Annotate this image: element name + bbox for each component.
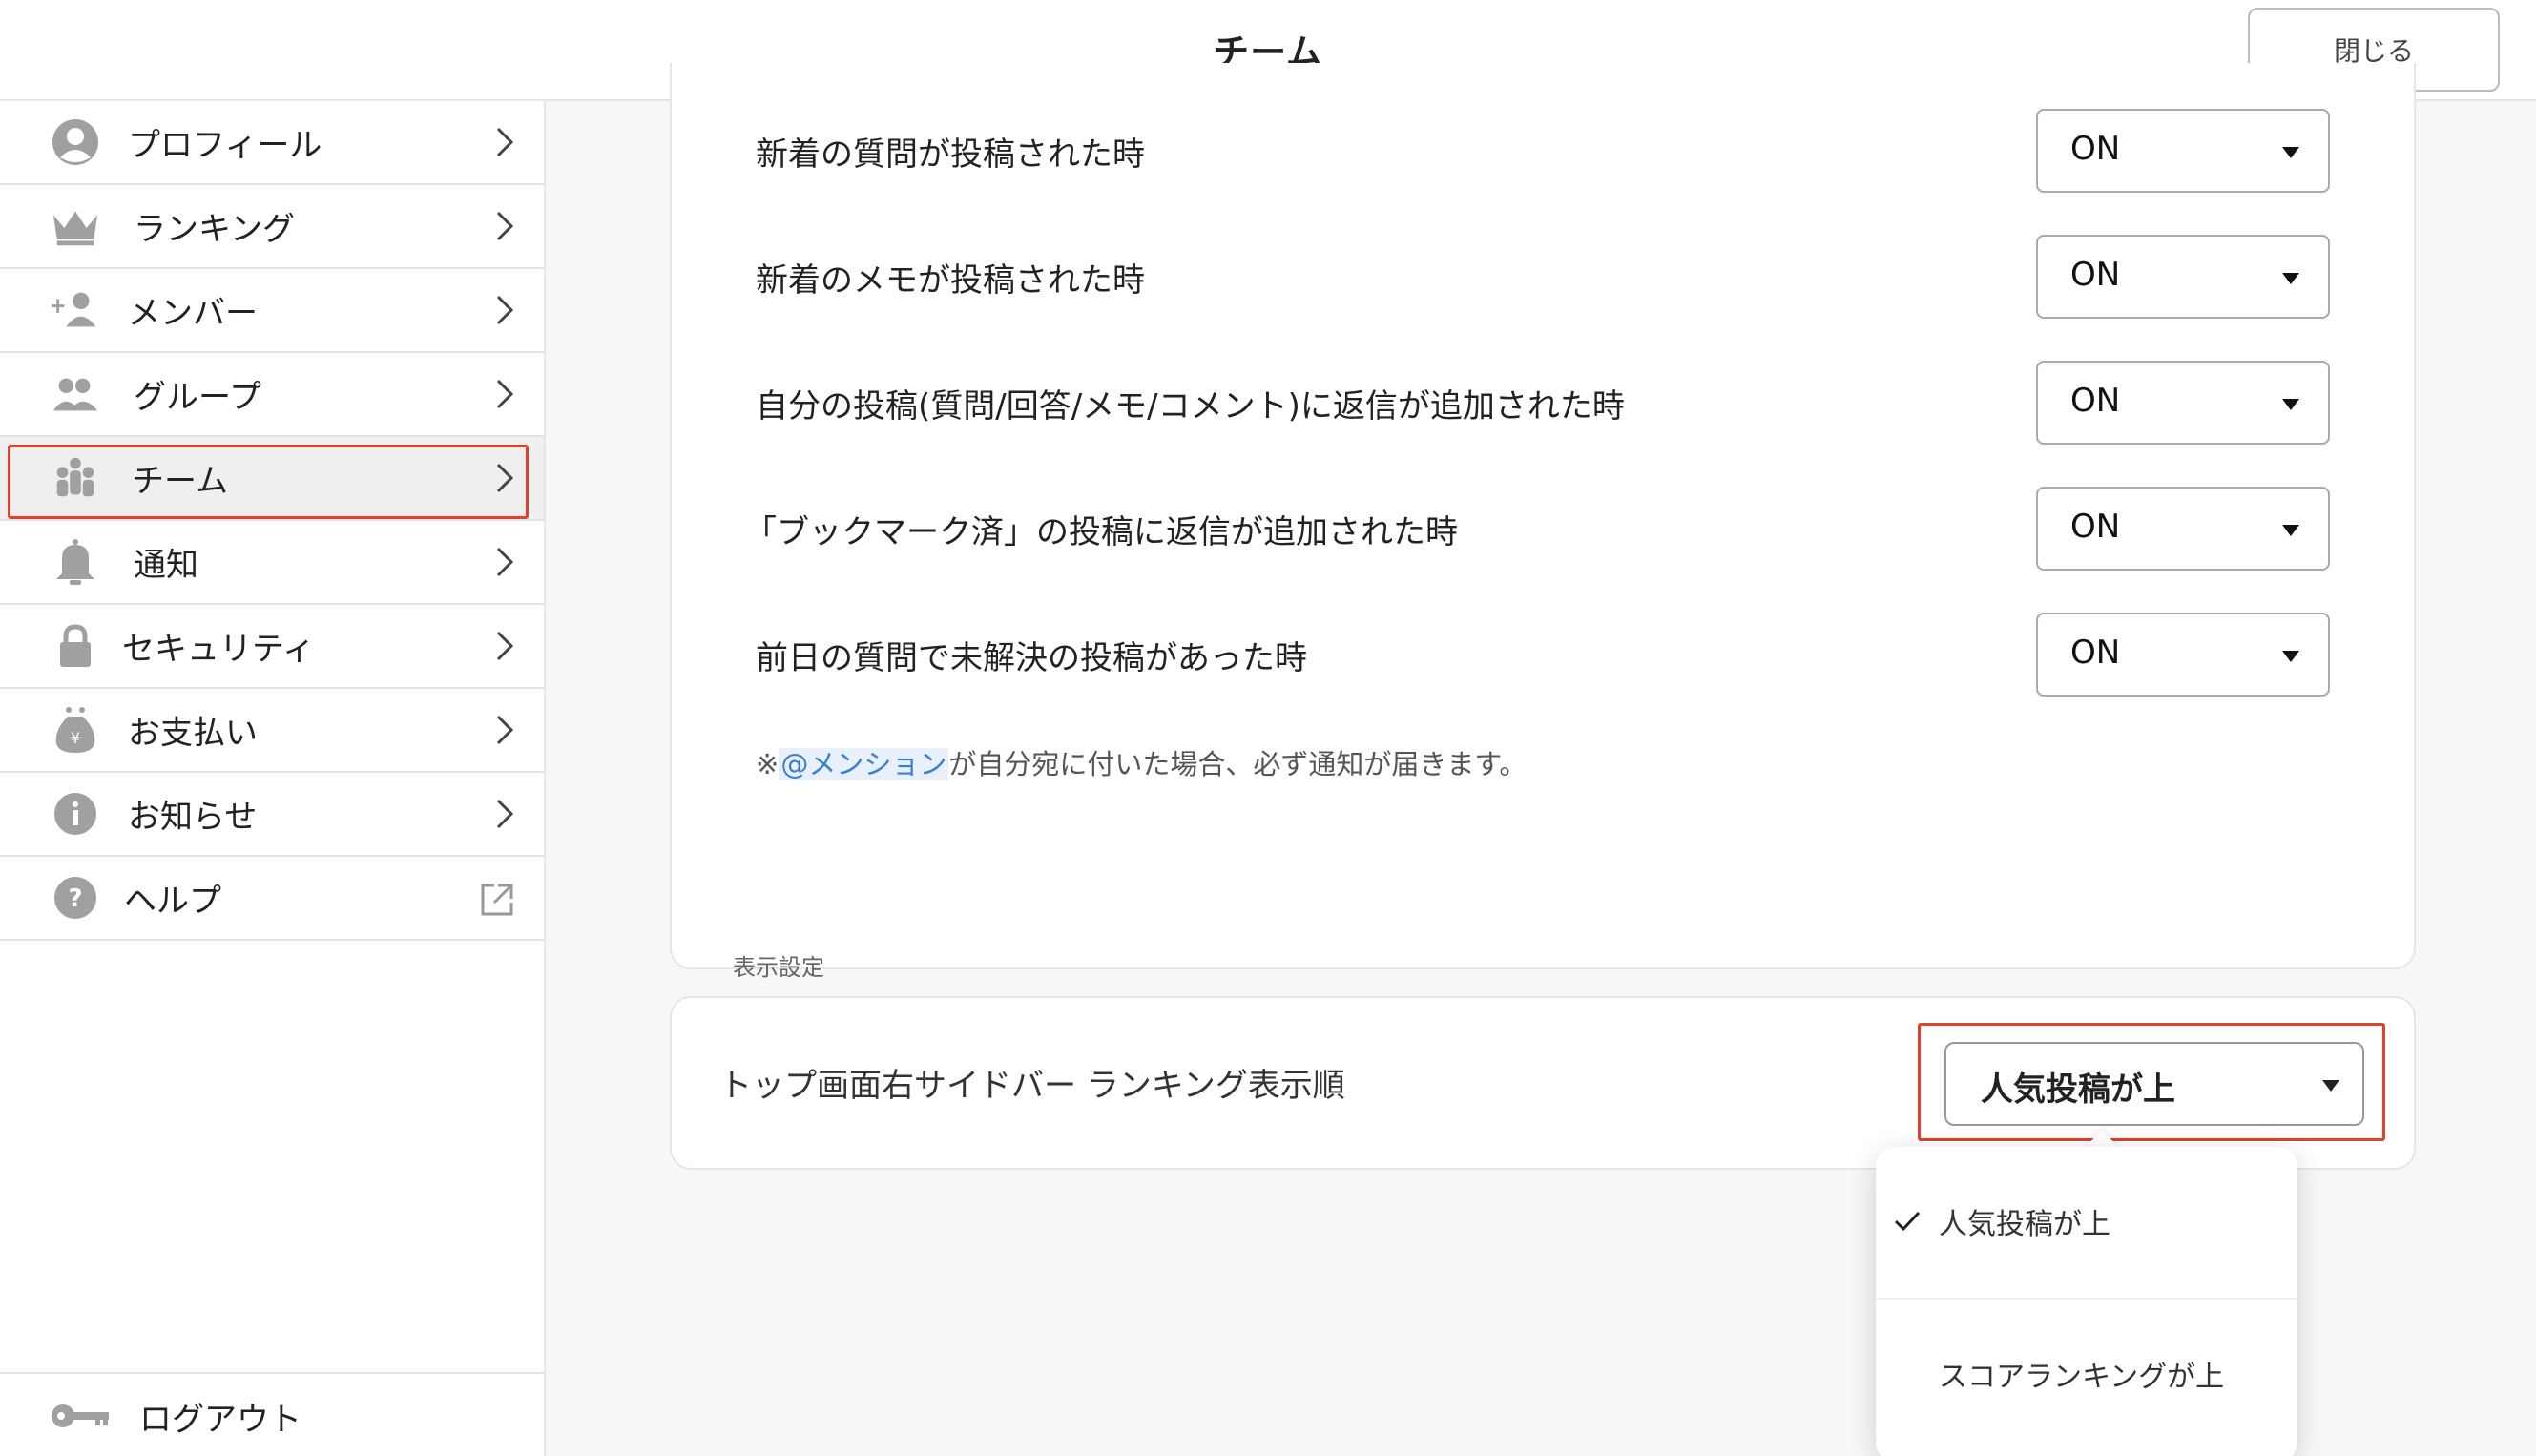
sidebar-item-news[interactable]: お知らせ [0,773,544,857]
notif-row-label: 前日の質問で未解決の投稿があった時 [756,639,1307,677]
triangle-down-icon [2282,399,2299,410]
chevron-right-icon [496,211,514,241]
sidebar-item-label: ランキング [134,210,295,249]
key-icon [52,1404,109,1427]
group-icon [50,368,101,420]
chevron-right-icon [496,631,514,661]
sidebar-item-notifications[interactable]: 通知 [0,521,544,605]
sidebar-item-help[interactable]: ? ヘルプ [0,857,544,941]
mention-link[interactable]: @メンション [779,748,949,780]
triangle-down-icon [2282,273,2299,284]
notif-row-label: 自分の投稿(質問/回答/メモ/コメント)に返信が追加された時 [756,387,1625,426]
sidebar-item-label: セキュリティ [122,630,315,669]
logout-button[interactable]: ログアウト [0,1372,544,1456]
chevron-right-icon [496,463,514,493]
triangle-down-icon [2282,525,2299,536]
sidebar-item-security[interactable]: セキュリティ [0,605,544,689]
select-value: ON [2070,634,2121,672]
notif-row-label: 新着の質問が投稿された時 [756,135,1145,174]
info-icon [50,788,101,840]
section-label-display: 表示設定 [733,954,824,981]
ranking-order-label: トップ画面右サイドバー ランキング表示順 [719,1067,1345,1105]
select-value: 人気投稿が上 [1981,1071,2175,1109]
ranking-order-select[interactable]: 人気投稿が上 [1944,1042,2364,1126]
dropdown-option-score[interactable]: スコアランキングが上 [1876,1300,2297,1452]
sidebar-item-label: グループ [134,378,261,417]
sidebar-item-label: ヘルプ [124,882,221,921]
chevron-right-icon [496,715,514,745]
crown-icon [50,200,101,252]
sidebar-item-label: 通知 [134,546,198,585]
triangle-down-icon [2282,147,2299,158]
sidebar-item-team[interactable]: チーム [0,437,544,521]
sidebar-item-payment[interactable]: ¥ お支払い [0,689,544,773]
notif-select-reply[interactable]: ON [2036,361,2330,445]
chevron-right-icon [496,127,514,157]
triangle-down-icon [2322,1080,2339,1092]
logout-label: ログアウト [139,1401,301,1439]
mention-note: ※@メンションが自分宛に付いた場合、必ず通知が届きます。 [756,748,1528,780]
option-label: 人気投稿が上 [1939,1208,2110,1241]
option-label: スコアランキングが上 [1939,1361,2225,1394]
money-bag-icon: ¥ [50,704,101,756]
sidebar-item-label: お支払い [128,714,258,753]
bell-icon [50,536,101,588]
check-icon [1894,1211,1921,1232]
select-value: ON [2070,130,2121,168]
sidebar-item-ranking[interactable]: ランキング [0,185,544,269]
svg-text:?: ? [68,884,82,913]
sidebar-item-label: お知らせ [128,798,258,837]
help-icon: ? [50,872,101,924]
select-value: ON [2070,256,2121,294]
chevron-right-icon [496,295,514,325]
svg-text:¥: ¥ [71,729,80,747]
main-content: 新着の質問が投稿された時 ON 新着のメモが投稿された時 ON 自分の投稿(質問… [546,63,2536,1456]
notif-row-label: 新着のメモが投稿された時 [756,261,1145,300]
add-person-icon [50,284,101,336]
notif-row-label: 「ブックマーク済」の投稿に返信が追加された時 [744,513,1458,551]
ranking-order-dropdown-menu: 人気投稿が上 スコアランキングが上 [1876,1147,2297,1456]
sidebar: プロフィール ランキング メンバー グループ チーム 通知 セキュリティ ¥ お… [0,101,546,1456]
sidebar-item-label: プロフィール [128,126,322,165]
chevron-right-icon [496,799,514,829]
notif-select-unresolved[interactable]: ON [2036,613,2330,697]
notif-select-new-memo[interactable]: ON [2036,235,2330,319]
notif-select-new-question[interactable]: ON [2036,109,2330,193]
sidebar-item-label: チーム [132,462,228,501]
notif-select-bookmark[interactable]: ON [2036,487,2330,571]
chevron-right-icon [496,379,514,409]
team-icon [50,452,101,504]
person-icon [50,116,101,168]
sidebar-item-members[interactable]: メンバー [0,269,544,353]
sidebar-item-profile[interactable]: プロフィール [0,101,544,185]
sidebar-item-label: メンバー [128,294,258,333]
dropdown-option-popular[interactable]: 人気投稿が上 [1876,1147,2297,1300]
lock-icon [50,620,101,672]
triangle-down-icon [2282,651,2299,662]
select-value: ON [2070,508,2121,546]
select-value: ON [2070,382,2121,420]
sidebar-item-group[interactable]: グループ [0,353,544,437]
chevron-right-icon [496,547,514,577]
external-link-icon [481,884,513,916]
